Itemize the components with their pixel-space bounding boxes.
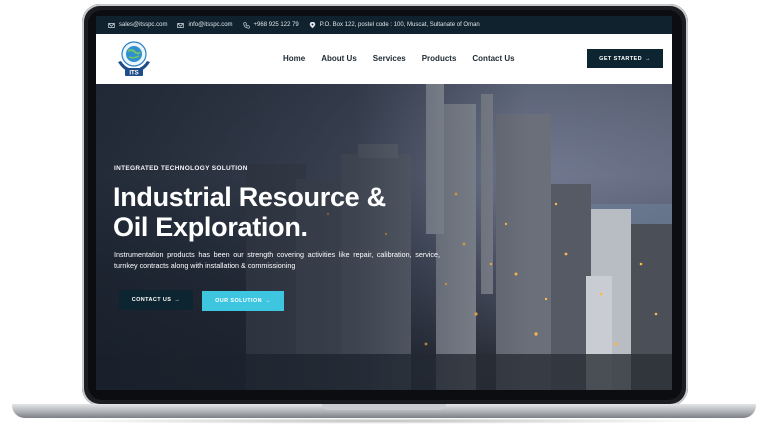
laptop-shadow (40, 418, 728, 424)
arrow-right-icon: → (174, 297, 181, 303)
our-solution-button[interactable]: OUR SOLUTION → (202, 291, 284, 311)
mail-icon (108, 22, 115, 28)
address-text: P.O. Box 122, postel code : 100, Muscat,… (319, 22, 480, 28)
info-email[interactable]: info@itsspc.com (177, 22, 233, 29)
get-started-button[interactable]: GET STARTED → (587, 49, 663, 68)
primary-nav: Home About Us Services Products Contact … (283, 54, 515, 63)
mail-icon (177, 22, 185, 28)
sales-email-text: sales@itsspc.com (119, 22, 168, 28)
main-navbar: ITS Home About Us Services Products Cont… (96, 34, 672, 84)
get-started-label: GET STARTED (599, 55, 642, 62)
info-email-text: info@itsspc.com (188, 22, 233, 28)
nav-item-products[interactable]: Products (422, 54, 457, 63)
globe-hands-logo-icon: ITS (118, 41, 150, 77)
contact-us-label: CONTACT US (131, 297, 172, 303)
hero-headline-line-2: Oil Exploration. (113, 212, 308, 242)
location-pin-icon (309, 21, 316, 28)
address: P.O. Box 122, postel code : 100, Muscat,… (309, 21, 480, 29)
arrow-right-icon: → (644, 55, 651, 62)
hero-headline: Industrial Resource & Oil Exploration. (113, 182, 386, 242)
phone-icon (242, 21, 250, 29)
company-logo[interactable]: ITS (114, 38, 154, 80)
hero-headline-line-1: Industrial Resource & (113, 182, 386, 212)
nav-item-contact-us[interactable]: Contact Us (472, 54, 514, 63)
hero-eyebrow: INTEGRATED TECHNOLOGY SOLUTION (114, 165, 248, 172)
hero-section: INTEGRATED TECHNOLOGY SOLUTION Industria… (96, 84, 672, 390)
nav-item-services[interactable]: Services (373, 54, 406, 63)
contact-us-button[interactable]: CONTACT US → (119, 290, 193, 310)
top-info-bar: sales@itsspc.com info@itsspc.com +968 92… (96, 16, 672, 34)
laptop-notch (322, 404, 446, 410)
nav-item-home[interactable]: Home (283, 54, 305, 63)
sales-email[interactable]: sales@itsspc.com (108, 22, 167, 29)
hero-description: Instrumentation products has been our st… (114, 250, 440, 270)
our-solution-label: OUR SOLUTION (215, 298, 263, 304)
phone-number[interactable]: +968 925 122 79 (242, 21, 299, 29)
nav-item-about-us[interactable]: About Us (321, 54, 357, 63)
arrow-right-icon: → (265, 298, 271, 304)
laptop-screen: sales@itsspc.com info@itsspc.com +968 92… (96, 16, 672, 390)
phone-text: +968 925 122 79 (253, 22, 299, 28)
logo-text: ITS (129, 71, 138, 77)
